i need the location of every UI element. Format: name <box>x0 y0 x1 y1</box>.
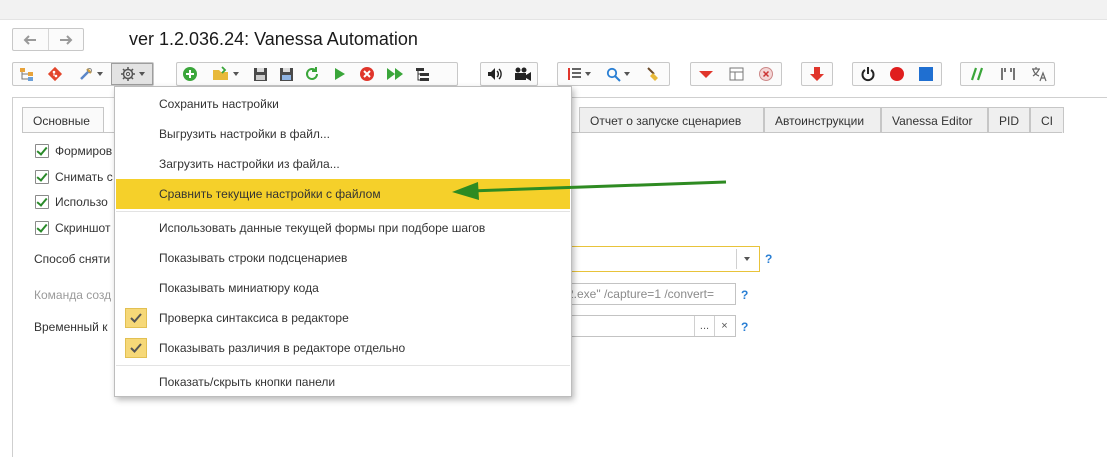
annotation-arrow <box>452 180 727 200</box>
